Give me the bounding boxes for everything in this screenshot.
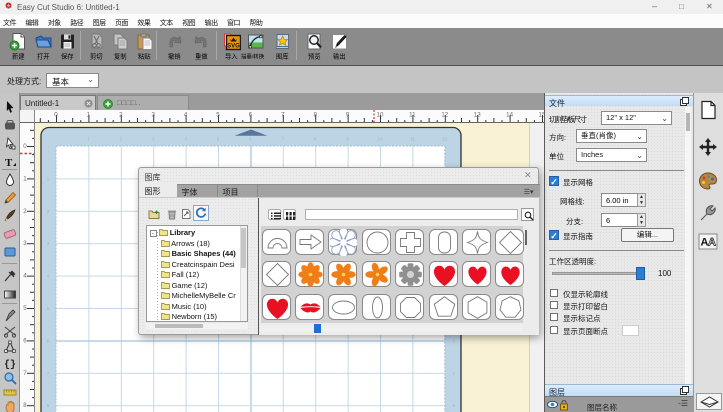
svg-text:5: 5 (23, 305, 27, 312)
svg-text:8: 8 (23, 402, 27, 409)
svg-text:3: 3 (23, 240, 27, 247)
svg-text:5: 5 (216, 112, 220, 119)
svg-text:SVG: SVG (227, 44, 240, 50)
svg-text:10: 10 (377, 137, 383, 142)
svg-text:7: 7 (281, 112, 285, 119)
svg-text:14: 14 (506, 112, 513, 119)
svg-text:11: 11 (409, 112, 416, 119)
svg-text:A: A (708, 237, 716, 249)
svg-text:8: 8 (313, 112, 317, 119)
svg-text:12: 12 (441, 112, 448, 119)
svg-text:2: 2 (119, 112, 123, 119)
svg-text:{}: {} (4, 359, 16, 370)
svg-text:2: 2 (23, 208, 27, 215)
svg-text:0: 0 (54, 112, 58, 119)
svg-text:T: T (5, 157, 13, 169)
svg-text:11: 11 (410, 137, 415, 142)
svg-text:4: 4 (23, 273, 27, 280)
svg-text:6: 6 (23, 337, 27, 344)
svg-text:9: 9 (346, 112, 350, 119)
svg-text:6: 6 (249, 112, 253, 119)
svg-text:7: 7 (23, 370, 27, 377)
svg-text:1: 1 (23, 175, 27, 182)
svg-text:10: 10 (377, 112, 384, 119)
svg-text:13: 13 (474, 112, 481, 119)
svg-text:4: 4 (184, 112, 188, 119)
svg-text:0: 0 (23, 143, 27, 150)
svg-text:12: 12 (442, 137, 448, 142)
svg-text:1: 1 (87, 112, 91, 119)
svg-text:3: 3 (151, 112, 155, 119)
